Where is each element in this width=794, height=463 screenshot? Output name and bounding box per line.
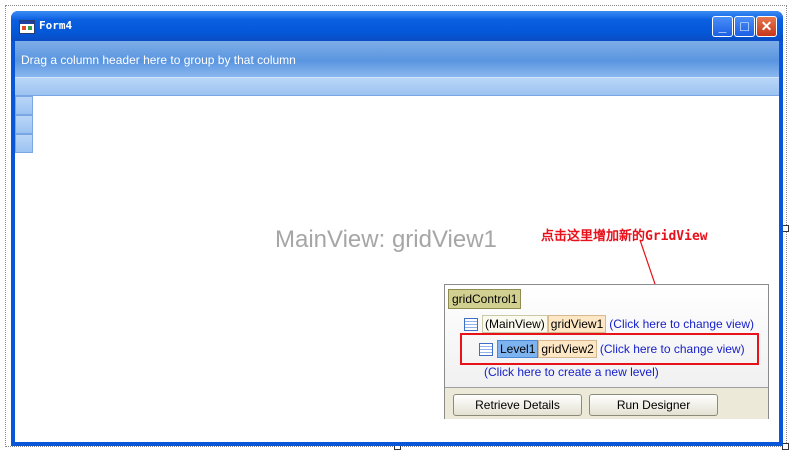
resize-grip-corner[interactable]: [782, 443, 789, 450]
maximize-button[interactable]: □: [734, 16, 755, 37]
run-designer-button[interactable]: Run Designer: [589, 394, 718, 416]
highlight-box: [460, 333, 759, 365]
group-panel-text: Drag a column header here to group by th…: [21, 53, 296, 67]
minimize-icon: _: [718, 18, 727, 34]
group-panel[interactable]: Drag a column header here to group by th…: [15, 41, 779, 77]
mainview-tag[interactable]: (MainView): [482, 315, 548, 333]
row-indicator[interactable]: [15, 96, 33, 115]
window-title: Form4: [39, 19, 73, 32]
row-indicator[interactable]: [15, 115, 33, 134]
mainview-row: (MainView) gridView1 (Click here to change…: [464, 315, 754, 333]
close-button[interactable]: ✕: [756, 16, 777, 37]
close-icon: ✕: [760, 18, 773, 34]
minimize-button[interactable]: _: [712, 16, 733, 37]
table-view-icon: [464, 318, 478, 332]
mainview-label: MainView: gridView1: [275, 226, 497, 253]
retrieve-details-button[interactable]: Retrieve Details: [453, 394, 582, 416]
create-level-row: (Click here to create a new level): [481, 365, 659, 383]
change-view-link[interactable]: (Click here to change view): [609, 317, 754, 331]
resize-grip-right[interactable]: [782, 225, 789, 232]
title-bar[interactable]: Form4 _ □ ✕: [11, 11, 783, 41]
grid-control-name[interactable]: gridControl1: [448, 289, 522, 309]
row-indicator[interactable]: [15, 134, 33, 153]
maximize-icon: □: [740, 18, 749, 34]
form-icon: [19, 20, 35, 34]
column-header-row[interactable]: [15, 77, 779, 96]
mainview-gridview[interactable]: gridView1: [547, 315, 607, 333]
create-level-link[interactable]: (Click here to create a new level): [484, 365, 659, 379]
level-button-bar: Retrieve Details Run Designer: [445, 387, 768, 419]
annotation-text: 点击这里增加新的GridView: [541, 229, 708, 244]
